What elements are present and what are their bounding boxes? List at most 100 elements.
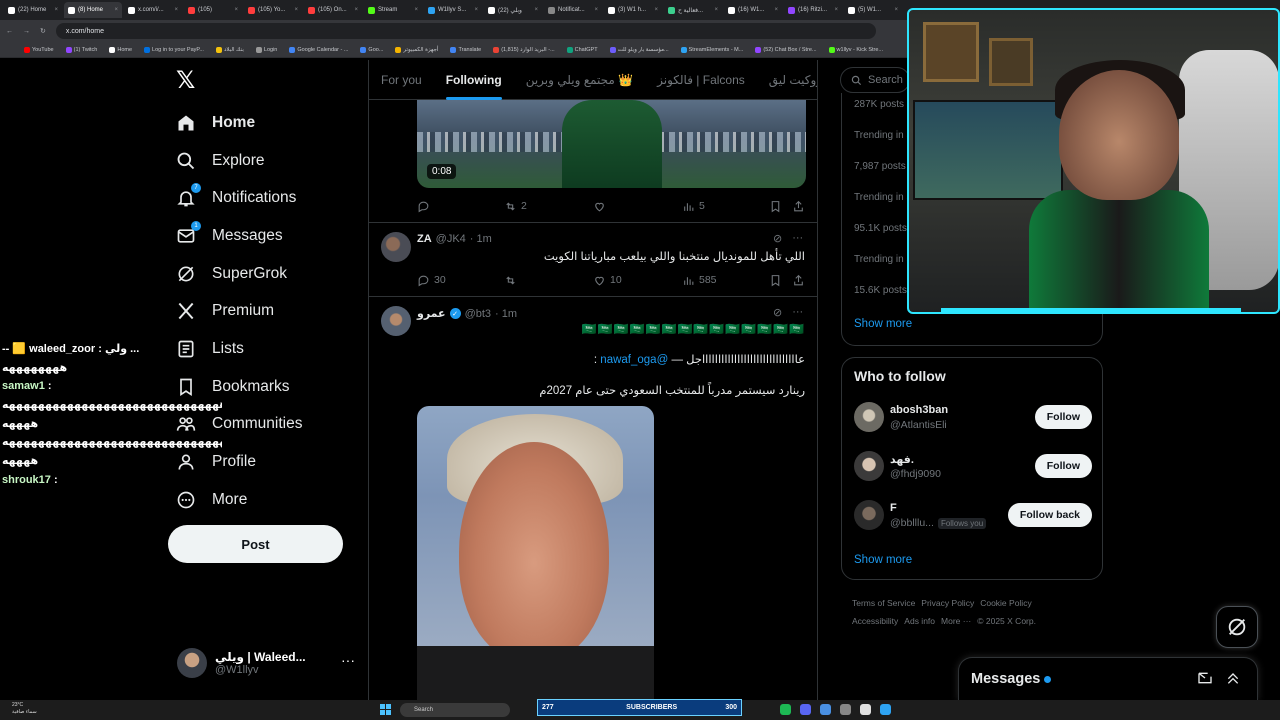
search-input[interactable]: Search — [840, 67, 910, 93]
bookmark-link[interactable]: Log in to your PayP... — [144, 46, 204, 53]
browser-tab[interactable]: (22) Home × — [4, 2, 62, 18]
post-button[interactable]: Post — [168, 525, 343, 563]
trend-item[interactable]: 287K posts — [854, 99, 904, 110]
author-name[interactable]: عمرو — [417, 307, 446, 320]
repost-button[interactable]: 2 — [504, 200, 527, 213]
footer-link[interactable]: Privacy Policy — [921, 598, 974, 608]
browser-tab[interactable]: (8) Home × — [64, 2, 122, 18]
close-tab-icon[interactable]: × — [594, 7, 598, 13]
timeline-tab[interactable]: Following — [434, 60, 514, 100]
close-tab-icon[interactable]: × — [714, 7, 718, 13]
who-to-follow-row[interactable]: F @bblllu... Follows you Follow back — [854, 500, 1092, 532]
reply-button[interactable] — [417, 200, 434, 213]
grok-icon[interactable]: ⊘ — [773, 232, 782, 245]
show-more-trends-link[interactable]: Show more — [854, 318, 912, 330]
browser-tab[interactable]: (105) × — [184, 2, 242, 18]
bookmark-link[interactable]: ChatGPT — [566, 46, 598, 53]
bookmark-link[interactable]: Goo... — [360, 46, 383, 53]
show-more-follow-link[interactable]: Show more — [854, 554, 912, 566]
timestamp[interactable]: · 1m — [495, 308, 517, 320]
close-tab-icon[interactable]: × — [114, 7, 118, 13]
new-message-icon[interactable] — [1197, 670, 1213, 686]
browser-tab[interactable]: (105) Yo... × — [244, 2, 302, 18]
browser-tab[interactable]: Notificat... × — [544, 2, 602, 18]
more-dots-icon[interactable]: ··· — [341, 652, 355, 668]
tweet-photo[interactable] — [417, 406, 654, 700]
close-tab-icon[interactable]: × — [474, 7, 478, 13]
browser-tab[interactable]: (3) W1 h... × — [604, 2, 662, 18]
bookmark-link[interactable]: أجهزة الكمبيوتر — [395, 46, 438, 53]
follow-button[interactable]: Follow — [1034, 454, 1092, 478]
timestamp[interactable]: · 1m — [470, 233, 492, 245]
browser-tab[interactable]: (16) Ritzi... × — [784, 2, 842, 18]
trend-item[interactable]: 7,987 posts — [854, 161, 906, 172]
close-tab-icon[interactable]: × — [894, 7, 898, 13]
avatar[interactable] — [854, 451, 884, 481]
suggested-user-name[interactable]: abosh3ban — [890, 404, 948, 416]
windows-start-icon[interactable] — [380, 704, 391, 715]
close-tab-icon[interactable]: × — [834, 7, 838, 13]
close-tab-icon[interactable]: × — [354, 7, 358, 13]
back-icon[interactable]: ← — [6, 28, 13, 35]
close-tab-icon[interactable]: × — [294, 7, 298, 13]
taskbar-search[interactable]: Search — [400, 703, 510, 717]
footer-link[interactable]: Terms of Service — [852, 598, 915, 608]
bookmark-link[interactable]: Home — [109, 46, 132, 53]
sidebar-item-home[interactable]: Home — [176, 104, 302, 142]
trend-item[interactable]: 15.6K posts — [854, 285, 907, 296]
sidebar-item-messages[interactable]: 1 Messages — [176, 217, 302, 255]
browser-tab[interactable]: W1llyv S... × — [424, 2, 482, 18]
bookmark-link[interactable]: Google Calendar - ... — [289, 46, 348, 53]
weather-widget[interactable]: 23°C سماء صافية — [12, 702, 37, 716]
browser-tab[interactable]: x.com/i/... × — [124, 2, 182, 18]
forward-icon[interactable]: → — [23, 28, 30, 35]
expand-up-icon[interactable] — [1225, 670, 1241, 686]
browser-tab[interactable]: (22) وبلي × — [484, 2, 542, 18]
who-to-follow-row[interactable]: abosh3ban @AtlantisEli Follow — [854, 402, 1092, 434]
who-to-follow-row[interactable]: فهد. @fhdj9090 Follow — [854, 451, 1092, 483]
reload-icon[interactable]: ↻ — [40, 27, 46, 35]
url-field[interactable]: x.com/home — [55, 23, 876, 39]
app-icon[interactable] — [820, 704, 831, 715]
bookmark-link[interactable]: (1) Twitch — [65, 46, 97, 53]
follow-button[interactable]: Follow — [1034, 405, 1092, 429]
suggested-user-name[interactable]: F — [890, 502, 897, 514]
browser-tab[interactable]: (5) W1... × — [844, 2, 902, 18]
grok-button[interactable] — [1216, 606, 1258, 648]
bookmark-link[interactable]: Login — [255, 46, 277, 53]
follow-button[interactable]: Follow back — [1007, 503, 1092, 527]
timeline-tab[interactable]: روكيت ليق | RL — [757, 60, 817, 100]
sidebar-item-notifications[interactable]: 7 Notifications — [176, 179, 302, 217]
avatar[interactable] — [854, 402, 884, 432]
app-icon[interactable] — [860, 704, 871, 715]
account-switcher[interactable]: ويلي | Waleed... @W1llyv ··· — [177, 646, 357, 680]
author-handle[interactable]: @bt3 — [465, 308, 491, 320]
footer-link[interactable]: Ads info — [904, 616, 935, 626]
more-dots-icon[interactable]: ··· — [792, 232, 803, 245]
bookmark-link[interactable]: w1llyv - Kick Stre... — [828, 46, 883, 53]
spotify-icon[interactable] — [780, 704, 791, 715]
close-tab-icon[interactable]: × — [174, 7, 178, 13]
bookmark-link[interactable]: مؤسسة بار ويلو للت... — [609, 46, 669, 53]
reply-button[interactable]: 30 — [417, 274, 446, 287]
app-icon[interactable] — [840, 704, 851, 715]
grok-icon[interactable]: ⊘ — [773, 306, 782, 319]
tweet-video[interactable]: 0:08 — [417, 100, 806, 188]
bookmark-link[interactable]: YouTube — [24, 46, 54, 53]
footer-link[interactable]: Cookie Policy — [980, 598, 1032, 608]
author-name[interactable]: ZA — [417, 233, 432, 245]
browser-tab[interactable]: Stream × — [364, 2, 422, 18]
bookmark-link[interactable]: بنك البلاد — [215, 46, 244, 53]
timeline-tab[interactable]: For you — [369, 60, 434, 100]
timeline-tab[interactable]: مجتمع ويلي وبرين 👑 — [514, 60, 645, 100]
views-button[interactable]: 5 — [682, 200, 705, 213]
more-dots-icon[interactable]: ··· — [792, 306, 803, 319]
sidebar-item-supergrok[interactable]: SuperGrok — [176, 255, 302, 293]
close-tab-icon[interactable]: × — [774, 7, 778, 13]
close-tab-icon[interactable]: × — [534, 7, 538, 13]
bookmark-button[interactable] — [769, 200, 782, 213]
close-tab-icon[interactable]: × — [654, 7, 658, 13]
browser-tab[interactable]: فعالية ح... × — [664, 2, 722, 18]
footer-link[interactable]: © 2025 X Corp. — [977, 616, 1036, 626]
close-tab-icon[interactable]: × — [234, 7, 238, 13]
